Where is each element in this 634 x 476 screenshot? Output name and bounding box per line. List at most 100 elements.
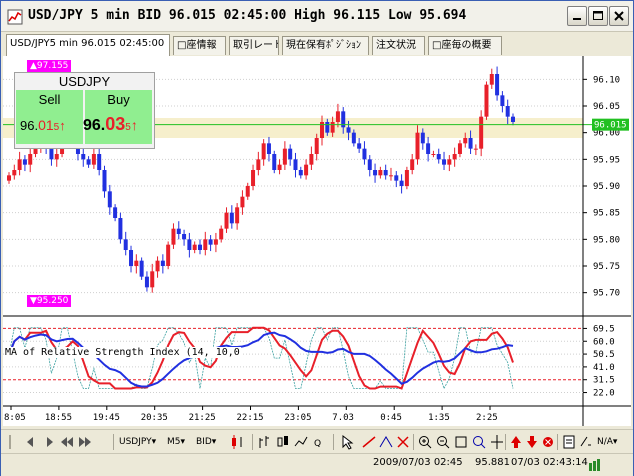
- scroll-right-fast-icon[interactable]: [77, 433, 93, 451]
- price-tick-label: 95.80: [593, 235, 620, 245]
- rsi-tick-label: 69.5: [593, 324, 615, 334]
- chart-window: USD/JPY 5 min BID 96.015 02:45:00 High 9…: [0, 0, 634, 476]
- toolbar-grip-icon: [9, 435, 11, 449]
- zoom-area-icon[interactable]: [471, 433, 487, 451]
- high-price-marker: ▲97.155: [27, 60, 72, 72]
- candle-style-icon[interactable]: [228, 433, 248, 451]
- time-tick-label: 20:35: [141, 413, 168, 423]
- price-tick-label: 95.90: [593, 182, 620, 192]
- time-tick-label: 7.03: [332, 413, 354, 423]
- draw-tool-icon[interactable]: [378, 433, 394, 451]
- minimize-button[interactable]: [567, 6, 587, 26]
- tab-chart[interactable]: USD/JPY5 min 96.015 02:45:00: [6, 34, 170, 56]
- buy-arrow-up-icon: ↑: [130, 117, 138, 133]
- tab-rates[interactable]: 取引レート: [229, 36, 279, 55]
- stop-icon[interactable]: [541, 433, 555, 451]
- chart-toolbar: USDJPY▾ M5▾ BID▾ Q N/A▾: [1, 429, 633, 454]
- rsi-tick-label: 50.5: [593, 350, 615, 360]
- sell-button[interactable]: Sell 96.015↑: [16, 90, 83, 144]
- svg-text:Q: Q: [314, 439, 321, 449]
- time-tick-label: 23:05: [284, 413, 311, 423]
- tab-account-summary[interactable]: □座毎の概要: [428, 36, 502, 55]
- buy-button[interactable]: Buy 96.035↑: [83, 90, 152, 144]
- time-tick-label: 21:25: [189, 413, 216, 423]
- minimize-icon: [573, 18, 581, 20]
- price-tick-label: 96.10: [593, 75, 620, 85]
- price-tick-label: 95.95: [593, 155, 620, 165]
- sell-arrow-up-icon: ↑: [59, 118, 66, 133]
- candle: [404, 166, 409, 190]
- drawing-dropdown-icon[interactable]: [579, 433, 593, 451]
- title-bar[interactable]: USD/JPY 5 min BID 96.015 02:45:00 High 9…: [1, 1, 633, 32]
- sell-price-pips: 01: [38, 117, 54, 133]
- time-tick-label: 18:55: [45, 413, 72, 423]
- status-bar: 2009/07/03 02:45 95.881 07/03 02:43:14: [1, 453, 633, 476]
- bar-chart-icon[interactable]: [257, 433, 273, 451]
- rsi-ma-slow-line: [8, 331, 514, 388]
- sell-price: 96.015↑: [20, 117, 66, 133]
- tab-orders[interactable]: 注文状況: [372, 36, 425, 55]
- delete-drawing-icon[interactable]: [395, 433, 411, 451]
- symbol-dropdown[interactable]: USDJPY▾: [119, 433, 165, 451]
- price-tick-label: 96.05: [593, 102, 620, 112]
- trendline-tool-icon[interactable]: [361, 433, 377, 451]
- time-tick-label: 19:45: [93, 413, 120, 423]
- tab-positions[interactable]: 現在保有ﾎﾟｼﾞｼｮﾝ: [282, 36, 369, 55]
- price-side-value: BID: [196, 437, 212, 447]
- connection-status-icon: [589, 459, 600, 471]
- timeframe-dropdown[interactable]: M5▾: [167, 433, 193, 451]
- zoom-in-icon[interactable]: [417, 433, 433, 451]
- price-axis: 96.1096.0596.0095.9595.9095.8595.8095.75…: [583, 75, 629, 299]
- chart-app-icon: [7, 9, 23, 25]
- buy-price-pips: 03: [105, 114, 126, 134]
- maximize-icon: [593, 11, 603, 20]
- candle: [272, 150, 277, 174]
- rsi-indicator-pane: 69.5 60.0 50.5 41.0 31.5 22.0: [3, 324, 615, 399]
- current-price-label: 96.015: [594, 121, 627, 131]
- time-tick-label: 0:45: [380, 413, 402, 423]
- time-tick-label: 8:05: [4, 413, 26, 423]
- candle: [139, 257, 144, 280]
- rsi-tick-label: 41.0: [593, 363, 615, 373]
- close-icon: [614, 11, 624, 21]
- candle-chart-icon[interactable]: [275, 433, 291, 451]
- status-right-time: 07/03 02:43:14: [511, 457, 588, 468]
- window-title: USD/JPY 5 min BID 96.015 02:45:00 High 9…: [28, 8, 467, 23]
- indicator-selector[interactable]: N/A▾: [597, 433, 627, 451]
- symbol-value: USDJPY: [119, 437, 152, 447]
- rsi-tick-label: 60.0: [593, 337, 615, 347]
- candle: [166, 241, 171, 270]
- scroll-right-icon[interactable]: [41, 433, 57, 451]
- sell-price-big: 96.: [20, 118, 39, 133]
- maximize-button[interactable]: [588, 6, 608, 26]
- tab-account-info[interactable]: □座情報: [173, 36, 226, 55]
- price-side-dropdown[interactable]: BID▾: [196, 433, 224, 451]
- sell-label: Sell: [38, 92, 61, 107]
- timeframe-value: M5: [167, 437, 181, 447]
- template-icon[interactable]: [561, 433, 577, 451]
- zoom-out-icon[interactable]: [435, 433, 451, 451]
- crosshair-icon[interactable]: [489, 433, 505, 451]
- arrow-down-icon[interactable]: [525, 433, 539, 451]
- zoom-reset-icon[interactable]: Q: [311, 433, 327, 451]
- tab-strip: USD/JPY5 min 96.015 02:45:00 □座情報 取引レート …: [1, 32, 633, 56]
- time-axis: 8:05 18:55 19:45 20:35 21:25 22:15 23:05 7.03 0:…: [4, 406, 498, 423]
- cursor-tool-icon[interactable]: [339, 433, 357, 451]
- low-price-marker: ▼95.250: [27, 295, 72, 307]
- indicator-selector-value: N/A: [597, 437, 613, 447]
- rsi-tick-label: 22.0: [593, 389, 615, 399]
- close-button[interactable]: [609, 6, 629, 26]
- price-tick-label: 95.85: [593, 209, 620, 219]
- arrow-up-icon[interactable]: [509, 433, 523, 451]
- price-tick-label: 95.75: [593, 262, 620, 272]
- status-price: 95.881: [475, 457, 510, 468]
- status-datetime: 2009/07/03 02:45: [373, 457, 463, 468]
- zoom-fit-icon[interactable]: [453, 433, 469, 451]
- scroll-left-fast-icon[interactable]: [59, 433, 75, 451]
- buy-price-big: 96.: [83, 117, 106, 134]
- rsi-tick-label: 31.5: [593, 376, 615, 386]
- line-chart-icon[interactable]: [293, 433, 309, 451]
- one-click-trade-panel: USDJPY Sell 96.015↑ Buy 96.035↑: [14, 72, 155, 149]
- panel-symbol: USDJPY: [58, 74, 111, 89]
- scroll-left-icon[interactable]: [23, 433, 39, 451]
